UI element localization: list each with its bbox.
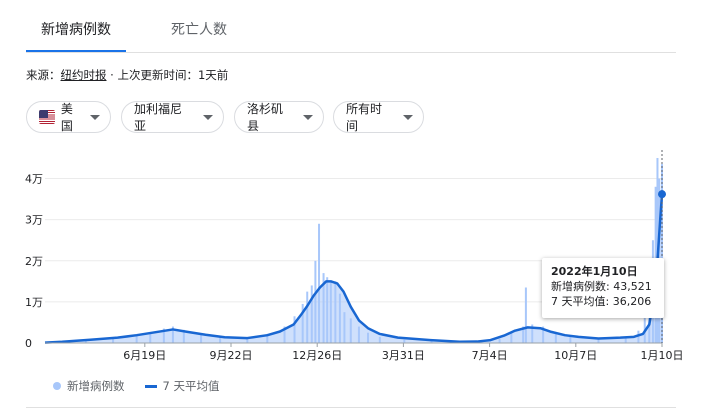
country-filter-label: 美国 <box>60 102 73 133</box>
us-flag-icon <box>39 110 55 124</box>
tab-new-cases-label: 新增病例数 <box>41 22 111 38</box>
chevron-down-icon <box>90 114 100 120</box>
series-bar <box>357 326 360 343</box>
series-bar <box>338 293 341 343</box>
source-prefix: 来源： <box>26 68 61 82</box>
x-tick-label: 12月26日 <box>292 349 342 362</box>
series-bar <box>329 281 332 343</box>
tab-bar: 新增病例数 死亡人数 <box>26 0 686 52</box>
series-bar <box>318 223 321 343</box>
legend-line-label: 7 天平均值 <box>162 379 220 393</box>
chevron-down-icon <box>203 114 213 120</box>
tab-new-cases[interactable]: 新增病例数 <box>26 0 126 52</box>
series-bar <box>334 281 337 343</box>
source-link[interactable]: 纽约时报 <box>61 68 107 82</box>
county-filter-label: 洛杉矶县 <box>247 102 284 133</box>
county-filter-chip[interactable]: 洛杉矶县 <box>234 101 324 133</box>
y-tick-label: 1万 <box>25 296 43 309</box>
series-bar <box>310 285 313 343</box>
series-bar <box>367 332 370 343</box>
series-bar <box>135 335 138 343</box>
y-tick-label: 2万 <box>25 255 43 268</box>
tab-deaths-label: 死亡人数 <box>171 22 227 38</box>
series-bar <box>343 312 346 343</box>
source-update-time: · 上次更新时间：1天前 <box>106 68 229 82</box>
tooltip-date: 2022年1月10日 <box>551 265 638 278</box>
series-bar <box>293 316 296 343</box>
state-filter-chip[interactable]: 加利福尼亚 <box>121 101 224 133</box>
x-tick-label: 1月10日 <box>641 349 684 362</box>
x-tick-label: 3月31日 <box>382 349 425 362</box>
tabs-divider <box>26 52 676 53</box>
hover-point <box>658 190 666 199</box>
legend-bars-label: 新增病例数 <box>67 379 125 393</box>
chart-legend: 新增病例数 7 天平均值 <box>53 378 219 394</box>
series-bar <box>349 318 352 343</box>
legend-line-swatch <box>144 384 157 388</box>
state-filter-label: 加利福尼亚 <box>134 102 183 133</box>
y-tick-label: 4万 <box>25 173 43 186</box>
x-tick-label: 10月7日 <box>554 349 597 362</box>
y-tick-label: 3万 <box>25 214 43 227</box>
source-line: 来源：纽约时报 · 上次更新时间：1天前 <box>26 67 228 83</box>
series-bar <box>510 332 513 343</box>
y-tick-label: 0 <box>25 337 32 350</box>
country-filter-chip[interactable]: 美国 <box>26 101 111 133</box>
bottom-divider <box>26 407 676 408</box>
series-bar <box>524 287 527 343</box>
time-filter-label: 所有时间 <box>346 102 383 133</box>
tooltip-average: 7 天平均值: 36,206 <box>551 295 652 308</box>
series-bar <box>498 338 501 343</box>
series-bar <box>306 291 309 343</box>
x-tick-label: 7月4日 <box>472 349 508 362</box>
series-bar <box>378 336 381 343</box>
tooltip-new-cases: 新增病例数: 43,521 <box>551 280 652 293</box>
series-bar <box>314 260 317 343</box>
tab-deaths[interactable]: 死亡人数 <box>154 0 244 52</box>
time-filter-chip[interactable]: 所有时间 <box>333 101 424 133</box>
chevron-down-icon <box>403 114 413 120</box>
series-bar <box>326 277 329 343</box>
x-tick-label: 9月22日 <box>210 349 253 362</box>
chart-tooltip: 2022年1月10日 新增病例数: 43,521 7 天平均值: 36,206 <box>542 258 664 318</box>
x-tick-label: 6月19日 <box>123 349 166 362</box>
chevron-down-icon <box>303 114 313 120</box>
legend-bars-swatch <box>53 382 61 390</box>
